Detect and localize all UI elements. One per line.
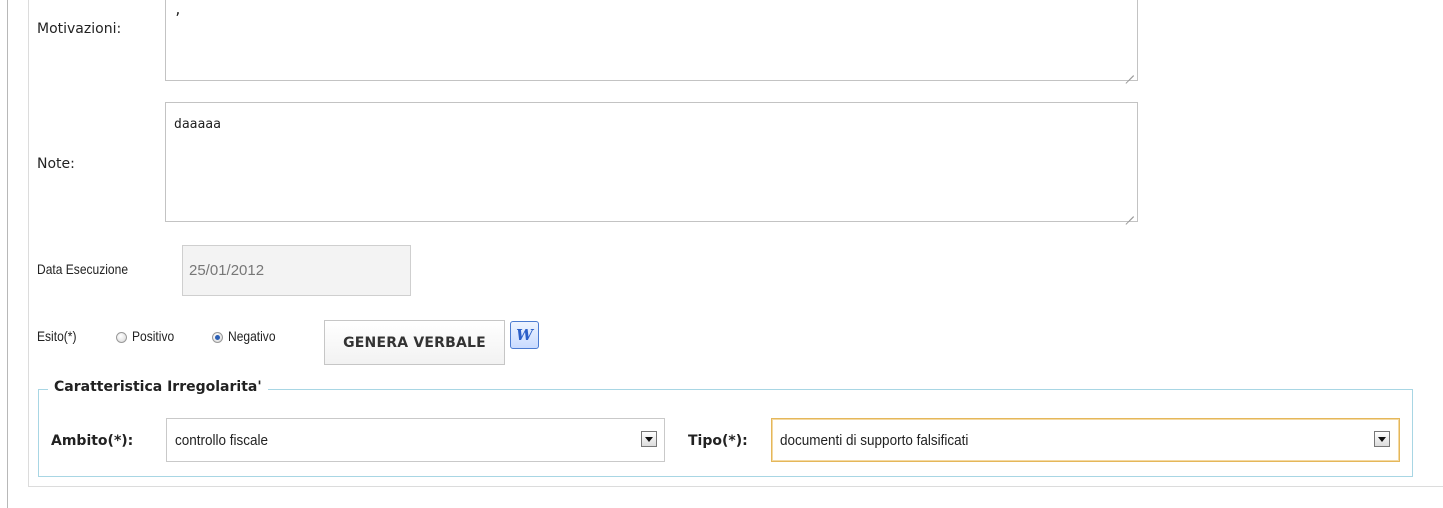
genera-verbale-button[interactable]: GENERA VERBALE (324, 320, 505, 365)
motivazioni-resize-handle[interactable] (1125, 67, 1134, 76)
tipo-select[interactable]: documenti di supporto falsificati (771, 418, 1400, 462)
radio-positivo-label: Positivo (132, 328, 175, 344)
tipo-selected-value: documenti di supporto falsificati (780, 431, 969, 449)
note-textarea[interactable]: daaaaa (165, 102, 1138, 222)
word-document-icon[interactable]: W (510, 321, 539, 349)
note-label: Note: (37, 156, 75, 172)
data-esecuzione-label: Data Esecuzione (37, 261, 129, 277)
tipo-dropdown-arrow-icon[interactable] (1374, 431, 1390, 447)
data-esecuzione-input[interactable] (182, 245, 411, 296)
ambito-select[interactable]: controllo fiscale (166, 418, 665, 462)
ambito-dropdown-arrow-icon[interactable] (641, 431, 657, 447)
left-divider (7, 0, 8, 508)
motivazioni-label: Motivazioni: (37, 21, 122, 37)
ambito-selected-value: controllo fiscale (175, 431, 269, 449)
tipo-label: Tipo(*): (688, 433, 748, 449)
radio-positivo[interactable] (116, 332, 127, 343)
radio-negativo-label: Negativo (228, 328, 276, 344)
esito-label: Esito(*) (37, 328, 77, 344)
note-resize-handle[interactable] (1125, 208, 1134, 217)
motivazioni-textarea[interactable]: , (165, 0, 1138, 81)
irregolarita-legend: Caratteristica Irregolarita' (48, 379, 268, 395)
ambito-label: Ambito(*): (51, 433, 134, 449)
radio-negativo[interactable] (212, 332, 223, 343)
